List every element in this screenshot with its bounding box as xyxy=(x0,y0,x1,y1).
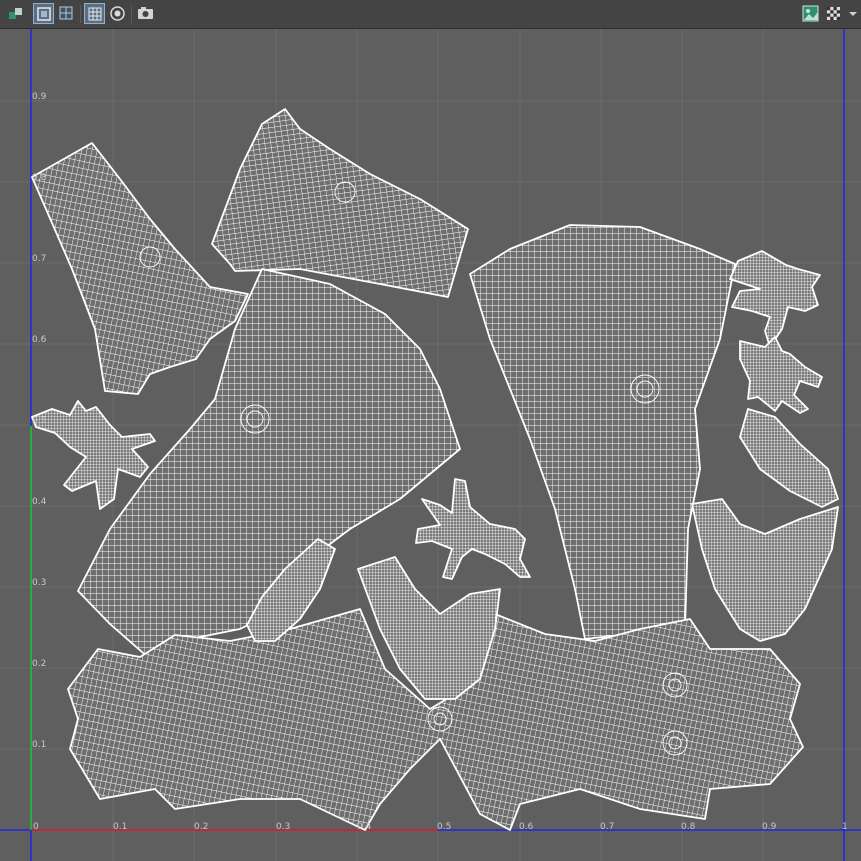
uv-grid-icon xyxy=(88,7,102,21)
uv-canvas[interactable] xyxy=(0,29,861,861)
u-tick-label: 0.1 xyxy=(113,822,128,832)
uv-shell-hand-right-bottom[interactable] xyxy=(739,336,823,414)
u-tick-label: 0.4 xyxy=(357,822,372,832)
v-tick-label: 0.8 xyxy=(32,173,47,183)
uv-shell-torso-front[interactable] xyxy=(469,224,736,640)
uv-snapshot-button[interactable] xyxy=(135,3,156,24)
checker-pattern-icon xyxy=(827,7,840,20)
uv-shell-shaded-toggle[interactable] xyxy=(5,3,26,24)
uv-shell-sleeve-left-upper[interactable] xyxy=(31,142,249,395)
uv-shell-shaded-icon xyxy=(9,8,22,19)
v-tick-label: 0.6 xyxy=(32,335,47,345)
image-display-icon xyxy=(802,5,819,22)
v-tick-label: 0.4 xyxy=(32,497,47,507)
u-tick-label: 0.7 xyxy=(600,822,615,832)
uv-viewport[interactable]: 0 0.1 0.2 0.3 0.4 0.5 0.6 0.7 0.8 0.9 1 … xyxy=(0,29,861,861)
chevron-down-icon xyxy=(849,12,857,16)
u-tick-label: 0.9 xyxy=(762,822,777,832)
uv-shell-sleeve-left-lower[interactable] xyxy=(211,108,469,298)
uv-shell-sock-right[interactable] xyxy=(691,498,839,642)
uv-distortion-icon xyxy=(110,6,125,21)
uv-border-frame-icon xyxy=(37,7,51,21)
toolbar-separator xyxy=(80,5,81,23)
toolbar-separator xyxy=(131,5,132,23)
v-tick-label: 0.5 xyxy=(32,416,47,426)
u-tick-label: 0.3 xyxy=(276,822,291,832)
uv-distortion-toggle[interactable] xyxy=(107,3,128,24)
u-tick-label: 0 xyxy=(33,822,39,832)
uv-editor-toolbar xyxy=(0,0,861,29)
uv-border-toggle[interactable] xyxy=(33,3,54,24)
uv-texture-border-icon xyxy=(59,6,73,20)
v-tick-label: 0.7 xyxy=(32,254,47,264)
image-display-toggle[interactable] xyxy=(800,3,821,24)
uv-texture-border-toggle[interactable] xyxy=(56,3,77,24)
uv-shell-hand-right-top[interactable] xyxy=(729,250,821,348)
snapshot-camera-icon xyxy=(138,7,153,19)
checker-toggle[interactable] xyxy=(823,3,844,24)
checker-options-dropdown[interactable] xyxy=(846,3,860,24)
uv-grid-toggle[interactable] xyxy=(84,3,105,24)
u-tick-label: 0.8 xyxy=(681,822,696,832)
uv-shell-hand-center[interactable] xyxy=(415,478,531,580)
v-tick-label: 0.9 xyxy=(32,92,47,102)
v-tick-label: 0.3 xyxy=(32,578,47,588)
u-tick-label: 0.6 xyxy=(519,822,534,832)
v-tick-label: 0.2 xyxy=(32,659,47,669)
u-tick-label: 0.2 xyxy=(194,822,209,832)
v-tick-label: 0.1 xyxy=(32,740,47,750)
uv-shell-finger-right[interactable] xyxy=(739,408,839,508)
u-tick-label: 1 xyxy=(842,822,848,832)
u-tick-label: 0.5 xyxy=(437,822,452,832)
